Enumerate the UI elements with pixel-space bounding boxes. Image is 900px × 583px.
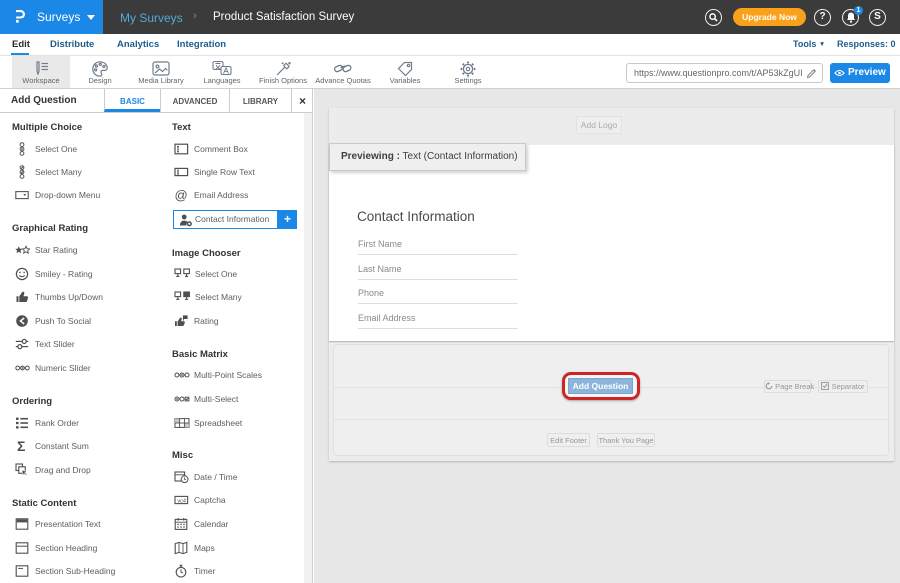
svg-text:vc4: vc4 bbox=[177, 498, 186, 504]
svg-text:@: @ bbox=[175, 188, 188, 202]
svg-text:Σ: Σ bbox=[17, 439, 25, 453]
